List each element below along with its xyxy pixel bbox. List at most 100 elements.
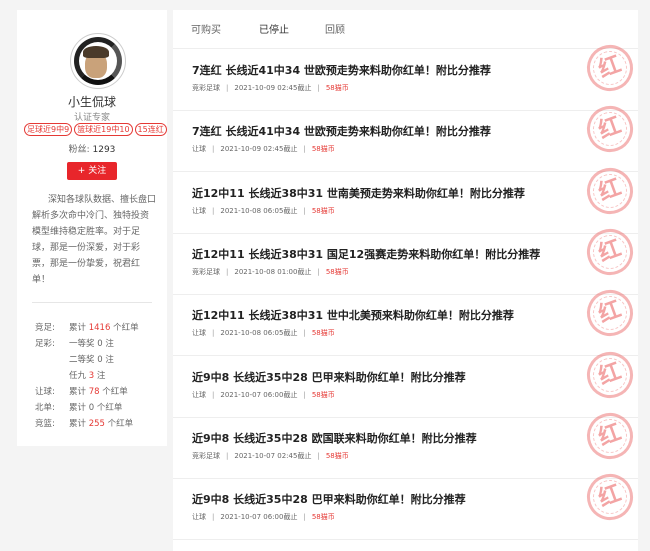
article-deadline: 2021-10-09 02:45截止 xyxy=(220,145,298,154)
article-category: 让球 xyxy=(192,329,206,338)
article-meta: 让球 | 2021-10-09 02:45截止 | 58猫币 xyxy=(192,144,335,154)
article-item[interactable]: 近12中11 长线近38中31 世中北美预来料助你红单！附比分推荐让球 | 2021… xyxy=(173,283,640,357)
meta-separator: | xyxy=(226,267,229,276)
tab-stopped[interactable]: 已停止 xyxy=(259,21,289,36)
article-price: 58猫币 xyxy=(311,390,335,399)
meta-separator: | xyxy=(212,329,215,338)
article-price: 58猫币 xyxy=(311,513,335,522)
fans-count: 粉丝: 1293 xyxy=(17,142,167,155)
stat-value: 累计 0 个红单 xyxy=(69,400,122,416)
article-item[interactable]: 近9中8 长线近35中28 巴甲来料助你红单！附比分推荐让球 | 2021-10-0… xyxy=(173,345,640,418)
article-category: 让球 xyxy=(192,206,206,215)
article-deadline: 2021-10-09 02:45截止 xyxy=(234,84,312,92)
article-deadline: 2021-10-08 06:05截止 xyxy=(220,329,298,338)
stat-prefix: 任九 xyxy=(69,371,87,381)
follow-button[interactable]: + 关注 xyxy=(67,162,117,180)
article-deadline: 2021-10-07 02:45截止 xyxy=(234,451,312,460)
article-price: 58猫币 xyxy=(311,145,335,154)
article-title[interactable]: 近12中11 长线近38中31 世南美预走势来料助你红单！附比分推荐 xyxy=(192,185,525,201)
stat-label: 北单: xyxy=(35,403,55,413)
stat-value: 二等奖 0 注 xyxy=(69,352,114,368)
article-title[interactable]: 7连红 长线近41中34 世欧预走势来料助你红单！附比分推荐 xyxy=(192,123,491,139)
article-list-panel: 可购买 已停止 回顾 7连红 长线近41中34 世欧预走势来料助你红单！附比分推… xyxy=(173,10,640,551)
meta-separator: | xyxy=(212,145,215,154)
stat-prefix: 累计 xyxy=(69,403,87,413)
stat-row: 让球: 累计 78 个红单 xyxy=(35,384,165,400)
stat-number: 1416 xyxy=(88,323,111,333)
article-title[interactable]: 7连红 长线近41中34 世欧预走势来料助你红单！附比分推荐 xyxy=(192,62,491,78)
stat-prefix: 累计 xyxy=(69,387,87,397)
article-meta: 竞彩足球 | 2021-10-07 02:45截止 | 58猫币 xyxy=(192,451,349,461)
tab-review[interactable]: 回顾 xyxy=(325,21,345,36)
badge-streak: 15连红 xyxy=(134,123,167,136)
stat-prefix: 累计 xyxy=(69,419,87,429)
article-item[interactable]: 近9中8 长线近35中28 巴甲来料助你红单！附比分推荐 让球 | 2021-10-0… xyxy=(173,467,640,541)
stat-row: 北单: 累计 0 个红单 xyxy=(35,400,165,416)
stat-suffix: 注 xyxy=(96,371,106,381)
article-meta: 让球 | 2021-10-07 06:00截止 | 58猫币 xyxy=(192,390,335,400)
article-meta: 竞彩足球 | 2021-10-08 01:00截止 | 58猫币 xyxy=(192,267,349,277)
article-deadline: 2021-10-07 06:00截止 xyxy=(220,390,298,399)
article-deadline: 2021-10-07 06:00截止 xyxy=(220,513,298,522)
stat-number: 3 xyxy=(88,371,95,381)
article-item[interactable]: 近9中8 长线近35中28 欧国联来料助你红单！附比分推荐竞彩足球 | 2021-1… xyxy=(173,406,640,479)
meta-separator: | xyxy=(303,513,306,522)
article-title[interactable]: 近12中11 长线近38中31 国足12强赛走势来料助你红单！附比分推荐 xyxy=(192,246,540,262)
tab-bar: 可购买 已停止 回顾 xyxy=(173,10,638,49)
avatar[interactable] xyxy=(70,33,126,89)
fans-label: 粉丝: xyxy=(68,145,90,155)
fans-number: 1293 xyxy=(92,145,116,155)
article-meta: 竞彩足球 | 2021-10-09 02:45截止 | 58猫币 xyxy=(192,83,349,93)
stat-number: 78 xyxy=(88,387,100,397)
meta-separator: | xyxy=(303,206,306,215)
article-title[interactable]: 近9中8 长线近35中28 巴甲来料助你红单！附比分推荐 xyxy=(192,369,466,385)
stat-label: 足彩: xyxy=(35,339,55,349)
stats-list: 竞足: 累计 1416 个红单 足彩: 一等奖 0 注二等奖 0 注任九 3 注让球:… xyxy=(35,320,165,432)
stat-row: 任九 3 注 xyxy=(35,368,165,384)
stat-number: 0 xyxy=(97,339,103,349)
stat-label: 让球: xyxy=(35,387,55,397)
stat-suffix: 个红单 xyxy=(113,323,139,333)
record-badges: 足球近9中9 篮球近19中10 15连红 xyxy=(24,123,167,136)
stat-suffix: 个红单 xyxy=(102,387,128,397)
expert-name[interactable]: 小生侃球 xyxy=(17,93,167,110)
tab-available[interactable]: 可购买 xyxy=(191,21,221,36)
article-price: 58猫币 xyxy=(311,329,335,338)
article-title[interactable]: 近9中8 长线近35中28 欧国联来料助你红单！附比分推荐 xyxy=(192,430,477,446)
article-deadline: 2021-10-08 01:00截止 xyxy=(234,267,312,276)
meta-separator: | xyxy=(212,206,215,215)
stat-number: 0 xyxy=(97,355,103,365)
stat-suffix: 个红单 xyxy=(107,419,134,429)
article-title[interactable]: 近9中8 长线近35中28 巴甲来料助你红单！附比分推荐 xyxy=(192,491,466,507)
article-category: 让球 xyxy=(192,390,206,399)
stat-number: 255 xyxy=(88,419,105,429)
stat-number: 0 xyxy=(88,403,95,413)
badge-football: 足球近9中9 xyxy=(24,123,73,136)
article-item[interactable]: 7连红 长线近41中34 世欧预走势来料助你红单！附比分推荐竞彩足球 | 2021-… xyxy=(173,38,640,111)
article-item[interactable]: 7连红 长线近41中34 世欧预走势来料助你红单！附比分推荐 让球 | 2021-10… xyxy=(173,99,640,173)
article-meta: 让球 | 2021-10-08 06:05截止 | 58猫币 xyxy=(192,328,335,338)
stat-value: 一等奖 0 注 xyxy=(69,336,114,352)
stat-label: 竞篮: xyxy=(35,419,55,429)
article-item[interactable]: 近12中11 长线近38中31 国足12强赛走势来料助你红单！附比分推荐竞彩足球… xyxy=(173,222,640,295)
meta-separator: | xyxy=(212,390,215,399)
stat-suffix: 注 xyxy=(105,339,114,349)
meta-separator: | xyxy=(226,84,229,92)
stat-prefix: 一等奖 xyxy=(69,339,95,349)
article-category: 竞彩足球 xyxy=(192,84,220,92)
article-category: 竞彩足球 xyxy=(192,267,220,276)
article-meta: 让球 | 2021-10-08 06:05截止 | 58猫币 xyxy=(192,206,335,216)
meta-separator: | xyxy=(317,84,320,92)
stat-row: 二等奖 0 注 xyxy=(35,352,165,368)
expert-description: 深知各球队数据、擅长盘口解析多次命中冷门、独特投资模型维持稳定胜率。对于足球，那… xyxy=(32,195,157,285)
article-title[interactable]: 近12中11 长线近38中31 世中北美预来料助你红单！附比分推荐 xyxy=(192,307,514,323)
badge-basketball: 篮球近19中10 xyxy=(74,123,133,136)
stat-value: 累计 255 个红单 xyxy=(69,416,133,432)
article-item[interactable]: 近12中11 长线近38中31 世南美预走势来料助你红单！附比分推荐 让球 | 202… xyxy=(173,161,640,234)
stat-suffix: 个红单 xyxy=(96,403,123,413)
article-price: 58猫币 xyxy=(325,84,349,92)
certification-label: 认证专家 xyxy=(73,113,110,123)
stat-prefix: 累计 xyxy=(69,323,87,333)
stat-row: 竞篮: 累计 255 个红单 xyxy=(35,416,165,432)
meta-separator: | xyxy=(317,267,320,276)
